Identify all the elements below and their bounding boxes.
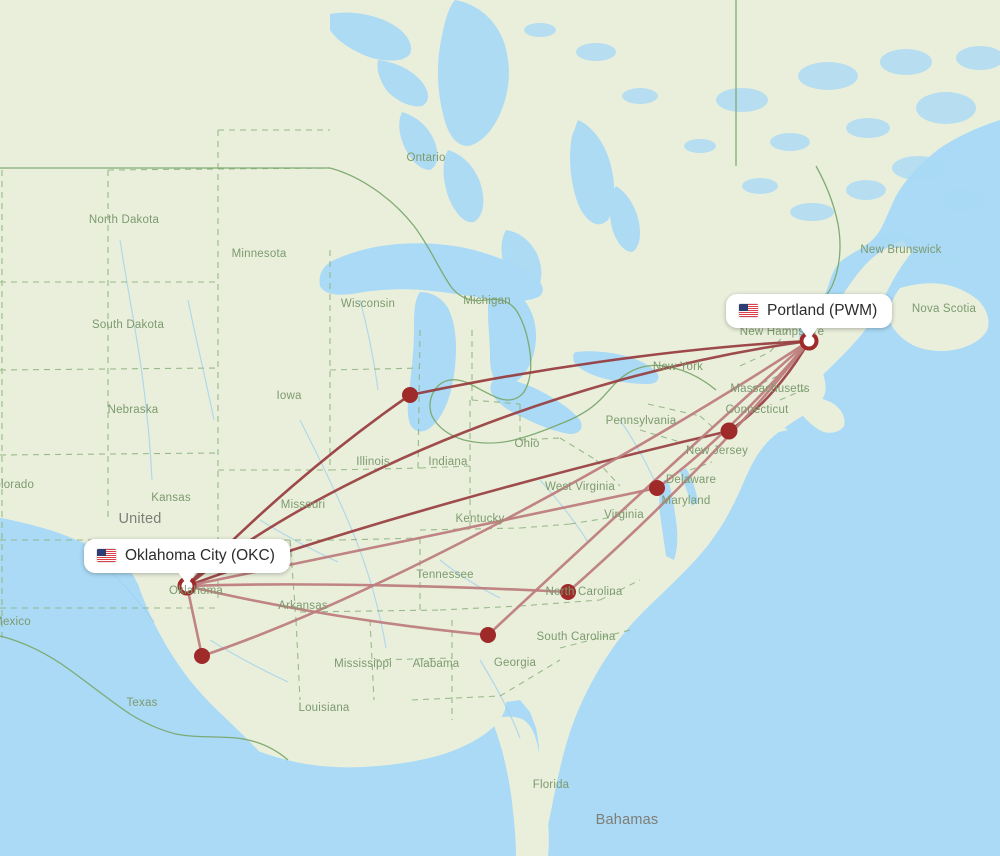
waypoint-new-york — [720, 422, 738, 440]
us-flag-icon — [739, 304, 758, 318]
origin-pill-pointer — [178, 571, 196, 585]
waypoint-atlanta — [480, 627, 496, 643]
waypoint-baltimore — [649, 480, 665, 496]
flight-route-map[interactable]: Ontario North Dakota Minnesota New Brunswic… — [0, 0, 1000, 856]
map-canvas — [0, 0, 1000, 856]
destination-pill-pointer — [800, 326, 818, 340]
origin-city-name: Oklahoma City (OKC) — [125, 547, 275, 564]
waypoint-charlotte — [560, 584, 576, 600]
origin-city-label[interactable]: Oklahoma City (OKC) — [84, 539, 290, 585]
waypoint-chicago — [402, 387, 418, 403]
us-flag-icon — [97, 549, 116, 563]
destination-city-label[interactable]: Portland (PWM) — [726, 294, 893, 340]
waypoint-dallas — [194, 648, 210, 664]
destination-city-name: Portland (PWM) — [767, 302, 878, 319]
